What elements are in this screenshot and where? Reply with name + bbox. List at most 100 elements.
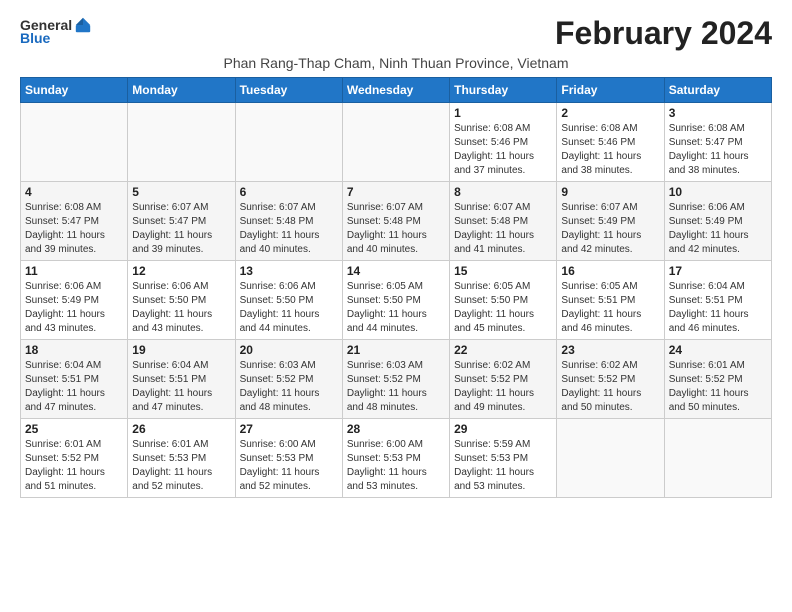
calendar-cell: 15 Sunrise: 6:05 AMSunset: 5:50 PMDayligh… [450, 261, 557, 340]
logo-icon [74, 16, 92, 34]
logo-text-blue: Blue [20, 30, 50, 46]
calendar: SundayMondayTuesdayWednesdayThursdayFrid… [20, 77, 772, 498]
day-number: 21 [347, 343, 445, 357]
day-info: Sunrise: 6:07 AMSunset: 5:47 PMDaylight:… [132, 201, 230, 257]
calendar-cell: 6 Sunrise: 6:07 AMSunset: 5:48 PMDaylight… [235, 182, 342, 261]
day-number: 3 [669, 106, 767, 120]
calendar-cell: 7 Sunrise: 6:07 AMSunset: 5:48 PMDaylight… [342, 182, 449, 261]
calendar-cell: 26Sunrise: 6:01 AMSunset: 5:53 PMDayligh… [128, 419, 235, 498]
calendar-week-2: 11 Sunrise: 6:06 AMSunset: 5:49 PMDayligh… [21, 261, 772, 340]
main-title: February 2024 [555, 16, 772, 51]
day-info: Sunrise: 6:08 AMSunset: 5:47 PMDaylight:… [669, 122, 767, 178]
day-number: 1 [454, 106, 552, 120]
day-number: 15 [454, 264, 552, 278]
day-number: 24 [669, 343, 767, 357]
day-number: 27 [240, 422, 338, 436]
day-info: Sunrise: 6:02 AMSunset: 5:52 PMDaylight:… [561, 359, 659, 415]
calendar-cell: 29Sunrise: 5:59 AMSunset: 5:53 PMDayligh… [450, 419, 557, 498]
day-number: 5 [132, 185, 230, 199]
day-info: Sunrise: 6:05 AMSunset: 5:50 PMDaylight:… [347, 280, 445, 336]
day-info: Sunrise: 6:08 AMSunset: 5:47 PMDaylight:… [25, 201, 123, 257]
day-info: Sunrise: 5:59 AMSunset: 5:53 PMDaylight:… [454, 438, 552, 494]
day-info: Sunrise: 6:06 AMSunset: 5:49 PMDaylight:… [25, 280, 123, 336]
day-info: Sunrise: 6:00 AMSunset: 5:53 PMDaylight:… [347, 438, 445, 494]
day-info: Sunrise: 6:07 AMSunset: 5:49 PMDaylight:… [561, 201, 659, 257]
calendar-cell [235, 103, 342, 182]
title-block: February 2024 [555, 16, 772, 51]
calendar-header-friday: Friday [557, 78, 664, 103]
calendar-week-4: 25 Sunrise: 6:01 AMSunset: 5:52 PMDayligh… [21, 419, 772, 498]
calendar-header-monday: Monday [128, 78, 235, 103]
calendar-cell: 13Sunrise: 6:06 AMSunset: 5:50 PMDayligh… [235, 261, 342, 340]
day-number: 6 [240, 185, 338, 199]
calendar-cell: 8Sunrise: 6:07 AMSunset: 5:48 PMDaylight… [450, 182, 557, 261]
day-info: Sunrise: 6:06 AMSunset: 5:49 PMDaylight:… [669, 201, 767, 257]
calendar-cell: 27 Sunrise: 6:00 AMSunset: 5:53 PMDayligh… [235, 419, 342, 498]
day-info: Sunrise: 6:04 AMSunset: 5:51 PMDaylight:… [25, 359, 123, 415]
calendar-cell: 17 Sunrise: 6:04 AMSunset: 5:51 PMDayligh… [664, 261, 771, 340]
day-number: 25 [25, 422, 123, 436]
day-info: Sunrise: 6:06 AMSunset: 5:50 PMDaylight:… [240, 280, 338, 336]
day-info: Sunrise: 6:06 AMSunset: 5:50 PMDaylight:… [132, 280, 230, 336]
day-info: Sunrise: 6:05 AMSunset: 5:50 PMDaylight:… [454, 280, 552, 336]
calendar-week-1: 4 Sunrise: 6:08 AMSunset: 5:47 PMDaylight… [21, 182, 772, 261]
day-number: 8 [454, 185, 552, 199]
day-number: 7 [347, 185, 445, 199]
day-number: 2 [561, 106, 659, 120]
day-info: Sunrise: 6:04 AMSunset: 5:51 PMDaylight:… [669, 280, 767, 336]
calendar-header-saturday: Saturday [664, 78, 771, 103]
calendar-cell: 1 Sunrise: 6:08 AMSunset: 5:46 PMDaylight… [450, 103, 557, 182]
calendar-cell: 24 Sunrise: 6:01 AMSunset: 5:52 PMDayligh… [664, 340, 771, 419]
calendar-cell [557, 419, 664, 498]
calendar-cell: 4 Sunrise: 6:08 AMSunset: 5:47 PMDaylight… [21, 182, 128, 261]
day-number: 12 [132, 264, 230, 278]
calendar-cell: 3 Sunrise: 6:08 AMSunset: 5:47 PMDaylight… [664, 103, 771, 182]
calendar-cell: 18 Sunrise: 6:04 AMSunset: 5:51 PMDayligh… [21, 340, 128, 419]
day-info: Sunrise: 6:08 AMSunset: 5:46 PMDaylight:… [561, 122, 659, 178]
day-info: Sunrise: 6:01 AMSunset: 5:52 PMDaylight:… [669, 359, 767, 415]
calendar-header-tuesday: Tuesday [235, 78, 342, 103]
day-number: 10 [669, 185, 767, 199]
calendar-cell: 5 Sunrise: 6:07 AMSunset: 5:47 PMDaylight… [128, 182, 235, 261]
calendar-header-sunday: Sunday [21, 78, 128, 103]
day-info: Sunrise: 6:03 AMSunset: 5:52 PMDaylight:… [240, 359, 338, 415]
calendar-cell: 22Sunrise: 6:02 AMSunset: 5:52 PMDayligh… [450, 340, 557, 419]
calendar-header-row: SundayMondayTuesdayWednesdayThursdayFrid… [21, 78, 772, 103]
calendar-cell: 11 Sunrise: 6:06 AMSunset: 5:49 PMDayligh… [21, 261, 128, 340]
logo: General Blue [20, 16, 92, 46]
calendar-cell: 2 Sunrise: 6:08 AMSunset: 5:46 PMDaylight… [557, 103, 664, 182]
day-info: Sunrise: 6:01 AMSunset: 5:53 PMDaylight:… [132, 438, 230, 494]
day-number: 17 [669, 264, 767, 278]
day-info: Sunrise: 6:01 AMSunset: 5:52 PMDaylight:… [25, 438, 123, 494]
day-number: 9 [561, 185, 659, 199]
day-number: 22 [454, 343, 552, 357]
day-info: Sunrise: 6:07 AMSunset: 5:48 PMDaylight:… [240, 201, 338, 257]
calendar-cell: 20 Sunrise: 6:03 AMSunset: 5:52 PMDayligh… [235, 340, 342, 419]
calendar-header-wednesday: Wednesday [342, 78, 449, 103]
calendar-cell: 10 Sunrise: 6:06 AMSunset: 5:49 PMDayligh… [664, 182, 771, 261]
day-info: Sunrise: 6:04 AMSunset: 5:51 PMDaylight:… [132, 359, 230, 415]
calendar-week-0: 1 Sunrise: 6:08 AMSunset: 5:46 PMDaylight… [21, 103, 772, 182]
day-info: Sunrise: 6:07 AMSunset: 5:48 PMDaylight:… [347, 201, 445, 257]
day-info: Sunrise: 6:03 AMSunset: 5:52 PMDaylight:… [347, 359, 445, 415]
calendar-cell [128, 103, 235, 182]
day-number: 28 [347, 422, 445, 436]
day-number: 20 [240, 343, 338, 357]
calendar-cell: 9 Sunrise: 6:07 AMSunset: 5:49 PMDaylight… [557, 182, 664, 261]
calendar-cell: 28 Sunrise: 6:00 AMSunset: 5:53 PMDayligh… [342, 419, 449, 498]
day-number: 14 [347, 264, 445, 278]
day-number: 11 [25, 264, 123, 278]
day-number: 19 [132, 343, 230, 357]
day-info: Sunrise: 6:00 AMSunset: 5:53 PMDaylight:… [240, 438, 338, 494]
calendar-cell [664, 419, 771, 498]
calendar-cell: 21 Sunrise: 6:03 AMSunset: 5:52 PMDayligh… [342, 340, 449, 419]
day-number: 18 [25, 343, 123, 357]
day-info: Sunrise: 6:08 AMSunset: 5:46 PMDaylight:… [454, 122, 552, 178]
calendar-cell: 12 Sunrise: 6:06 AMSunset: 5:50 PMDayligh… [128, 261, 235, 340]
calendar-cell [342, 103, 449, 182]
calendar-cell [21, 103, 128, 182]
calendar-cell: 14 Sunrise: 6:05 AMSunset: 5:50 PMDayligh… [342, 261, 449, 340]
calendar-cell: 23 Sunrise: 6:02 AMSunset: 5:52 PMDayligh… [557, 340, 664, 419]
day-number: 4 [25, 185, 123, 199]
day-number: 23 [561, 343, 659, 357]
